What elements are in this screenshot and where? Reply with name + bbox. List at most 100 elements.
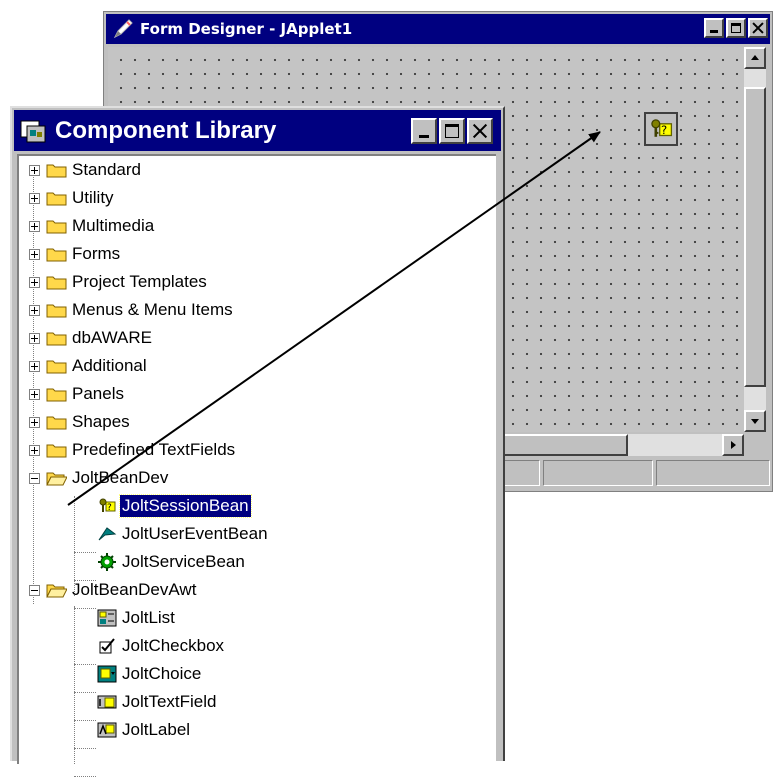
- folder-icon: [46, 276, 67, 290]
- tree-folder-forms[interactable]: Forms: [29, 241, 122, 267]
- tree-folder-multimedia[interactable]: Multimedia: [29, 213, 156, 239]
- library-icon: [20, 120, 46, 142]
- tree-connector: [74, 748, 96, 749]
- tree-folder-joltbeandev[interactable]: JoltBeanDev: [29, 465, 170, 491]
- component-tree[interactable]: Standard Utility Multimedia Forms Projec…: [17, 154, 496, 777]
- session-bean-icon: ?: [99, 498, 116, 513]
- expand-plus-icon[interactable]: [29, 249, 40, 260]
- tree-connector: [74, 692, 96, 693]
- expand-plus-icon[interactable]: [29, 389, 40, 400]
- pencil-icon: [113, 19, 133, 39]
- tree-folder-project-templates[interactable]: Project Templates: [29, 269, 209, 295]
- tree-connector: [74, 720, 96, 721]
- minimize-button[interactable]: [411, 118, 437, 144]
- expand-plus-icon[interactable]: [29, 445, 40, 456]
- tree-connector: [74, 552, 96, 553]
- tree-connector: [74, 606, 75, 764]
- expand-plus-icon[interactable]: [29, 277, 40, 288]
- folder-icon: [46, 192, 67, 206]
- tree-folder-label: Additional: [72, 356, 147, 375]
- placed-session-bean[interactable]: ?: [644, 112, 678, 146]
- arrow-right-icon: [731, 441, 736, 449]
- collapse-minus-icon[interactable]: [29, 473, 40, 484]
- expand-plus-icon[interactable]: [29, 333, 40, 344]
- folder-icon: [46, 332, 67, 346]
- tree-folder-predefined-textfields[interactable]: Predefined TextFields: [29, 437, 237, 463]
- tree-item-label: JoltLabel: [122, 720, 191, 739]
- close-button[interactable]: [467, 118, 493, 144]
- arrow-down-icon: [751, 419, 759, 424]
- form-designer-titlebar[interactable]: Form Designer - JApplet1: [106, 14, 770, 44]
- expand-plus-icon[interactable]: [29, 193, 40, 204]
- tree-item-label: JoltList: [122, 608, 175, 627]
- maximize-button[interactable]: [439, 118, 465, 144]
- scroll-right-button[interactable]: [722, 434, 744, 456]
- arrow-up-icon: [751, 55, 759, 60]
- folder-icon: [46, 248, 67, 262]
- tree-folder-label: Project Templates: [72, 272, 207, 291]
- tree-folder-additional[interactable]: Additional: [29, 353, 149, 379]
- tree-item-jolttextfield[interactable]: JoltTextField: [97, 689, 218, 715]
- tree-item-label: JoltCheckbox: [122, 636, 225, 655]
- tree-item-label: JoltUserEventBean: [122, 524, 268, 543]
- tree-folder-panels[interactable]: Panels: [29, 381, 126, 407]
- tree-item-label: JoltTextField: [122, 692, 217, 711]
- tree-item-label: JoltServiceBean: [122, 552, 245, 571]
- label-icon: [97, 722, 117, 738]
- folder-icon: [46, 164, 67, 178]
- service-bean-icon: [98, 553, 116, 571]
- tree-item-label: JoltSessionBean: [119, 494, 252, 518]
- vertical-scrollbar[interactable]: [744, 47, 766, 432]
- checkbox-icon: [99, 638, 115, 654]
- svg-text:?: ?: [661, 123, 667, 137]
- tree-folder-label: Shapes: [72, 412, 130, 431]
- tree-item-joltchoice[interactable]: JoltChoice: [97, 661, 203, 687]
- tree-folder-dbaware[interactable]: dbAWARE: [29, 325, 154, 351]
- tree-folder-standard[interactable]: Standard: [29, 157, 143, 183]
- tree-folder-label: Utility: [72, 188, 114, 207]
- tree-folder-label: Standard: [72, 160, 141, 179]
- collapse-minus-icon[interactable]: [29, 585, 40, 596]
- user-event-bean-icon: [98, 527, 117, 541]
- minimize-button[interactable]: [704, 18, 724, 38]
- tree-folder-shapes[interactable]: Shapes: [29, 409, 132, 435]
- session-bean-icon: ?: [651, 119, 673, 137]
- tree-item-joltusereventbean[interactable]: JoltUserEventBean: [97, 521, 270, 547]
- tree-item-joltcheckbox[interactable]: JoltCheckbox: [97, 633, 226, 659]
- close-button[interactable]: [748, 18, 768, 38]
- expand-plus-icon[interactable]: [29, 417, 40, 428]
- scroll-up-button[interactable]: [744, 47, 766, 69]
- expand-plus-icon[interactable]: [29, 361, 40, 372]
- tree-item-joltlist[interactable]: JoltList: [97, 605, 177, 631]
- expand-plus-icon[interactable]: [29, 165, 40, 176]
- tree-folder-joltbeandevawt[interactable]: JoltBeanDevAwt: [29, 577, 198, 603]
- tree-folder-label: Multimedia: [72, 216, 155, 235]
- folder-icon: [46, 360, 67, 374]
- folder-icon: [46, 388, 67, 402]
- tree-folder-label: Predefined TextFields: [72, 440, 236, 459]
- status-panel: [656, 460, 770, 486]
- tree-folder-label: Forms: [72, 244, 121, 263]
- choice-icon: [97, 665, 117, 683]
- tree-item-joltsessionbean[interactable]: ? JoltSessionBean: [97, 493, 252, 519]
- vertical-scroll-thumb[interactable]: [744, 87, 766, 387]
- tree-folder-label: Panels: [72, 384, 124, 403]
- open-folder-icon: [46, 584, 67, 598]
- folder-icon: [46, 220, 67, 234]
- component-library-titlebar[interactable]: Component Library: [14, 110, 501, 151]
- scroll-down-button[interactable]: [744, 410, 766, 432]
- expand-plus-icon[interactable]: [29, 221, 40, 232]
- maximize-button[interactable]: [726, 18, 746, 38]
- tree-folder-label: JoltBeanDevAwt: [72, 580, 197, 599]
- status-panel: [543, 460, 653, 486]
- tree-folder-utility[interactable]: Utility: [29, 185, 116, 211]
- tree-item-joltlabel[interactable]: JoltLabel: [97, 717, 192, 743]
- text-field-icon: [97, 695, 117, 709]
- tree-folder-label: dbAWARE: [72, 328, 152, 347]
- folder-icon: [46, 416, 67, 430]
- tree-folder-label: JoltBeanDev: [72, 468, 169, 487]
- expand-plus-icon[interactable]: [29, 305, 40, 316]
- tree-folder-menus[interactable]: Menus & Menu Items: [29, 297, 235, 323]
- tree-item-joltservicebean[interactable]: JoltServiceBean: [97, 549, 247, 575]
- tree-item-label: JoltChoice: [122, 664, 202, 683]
